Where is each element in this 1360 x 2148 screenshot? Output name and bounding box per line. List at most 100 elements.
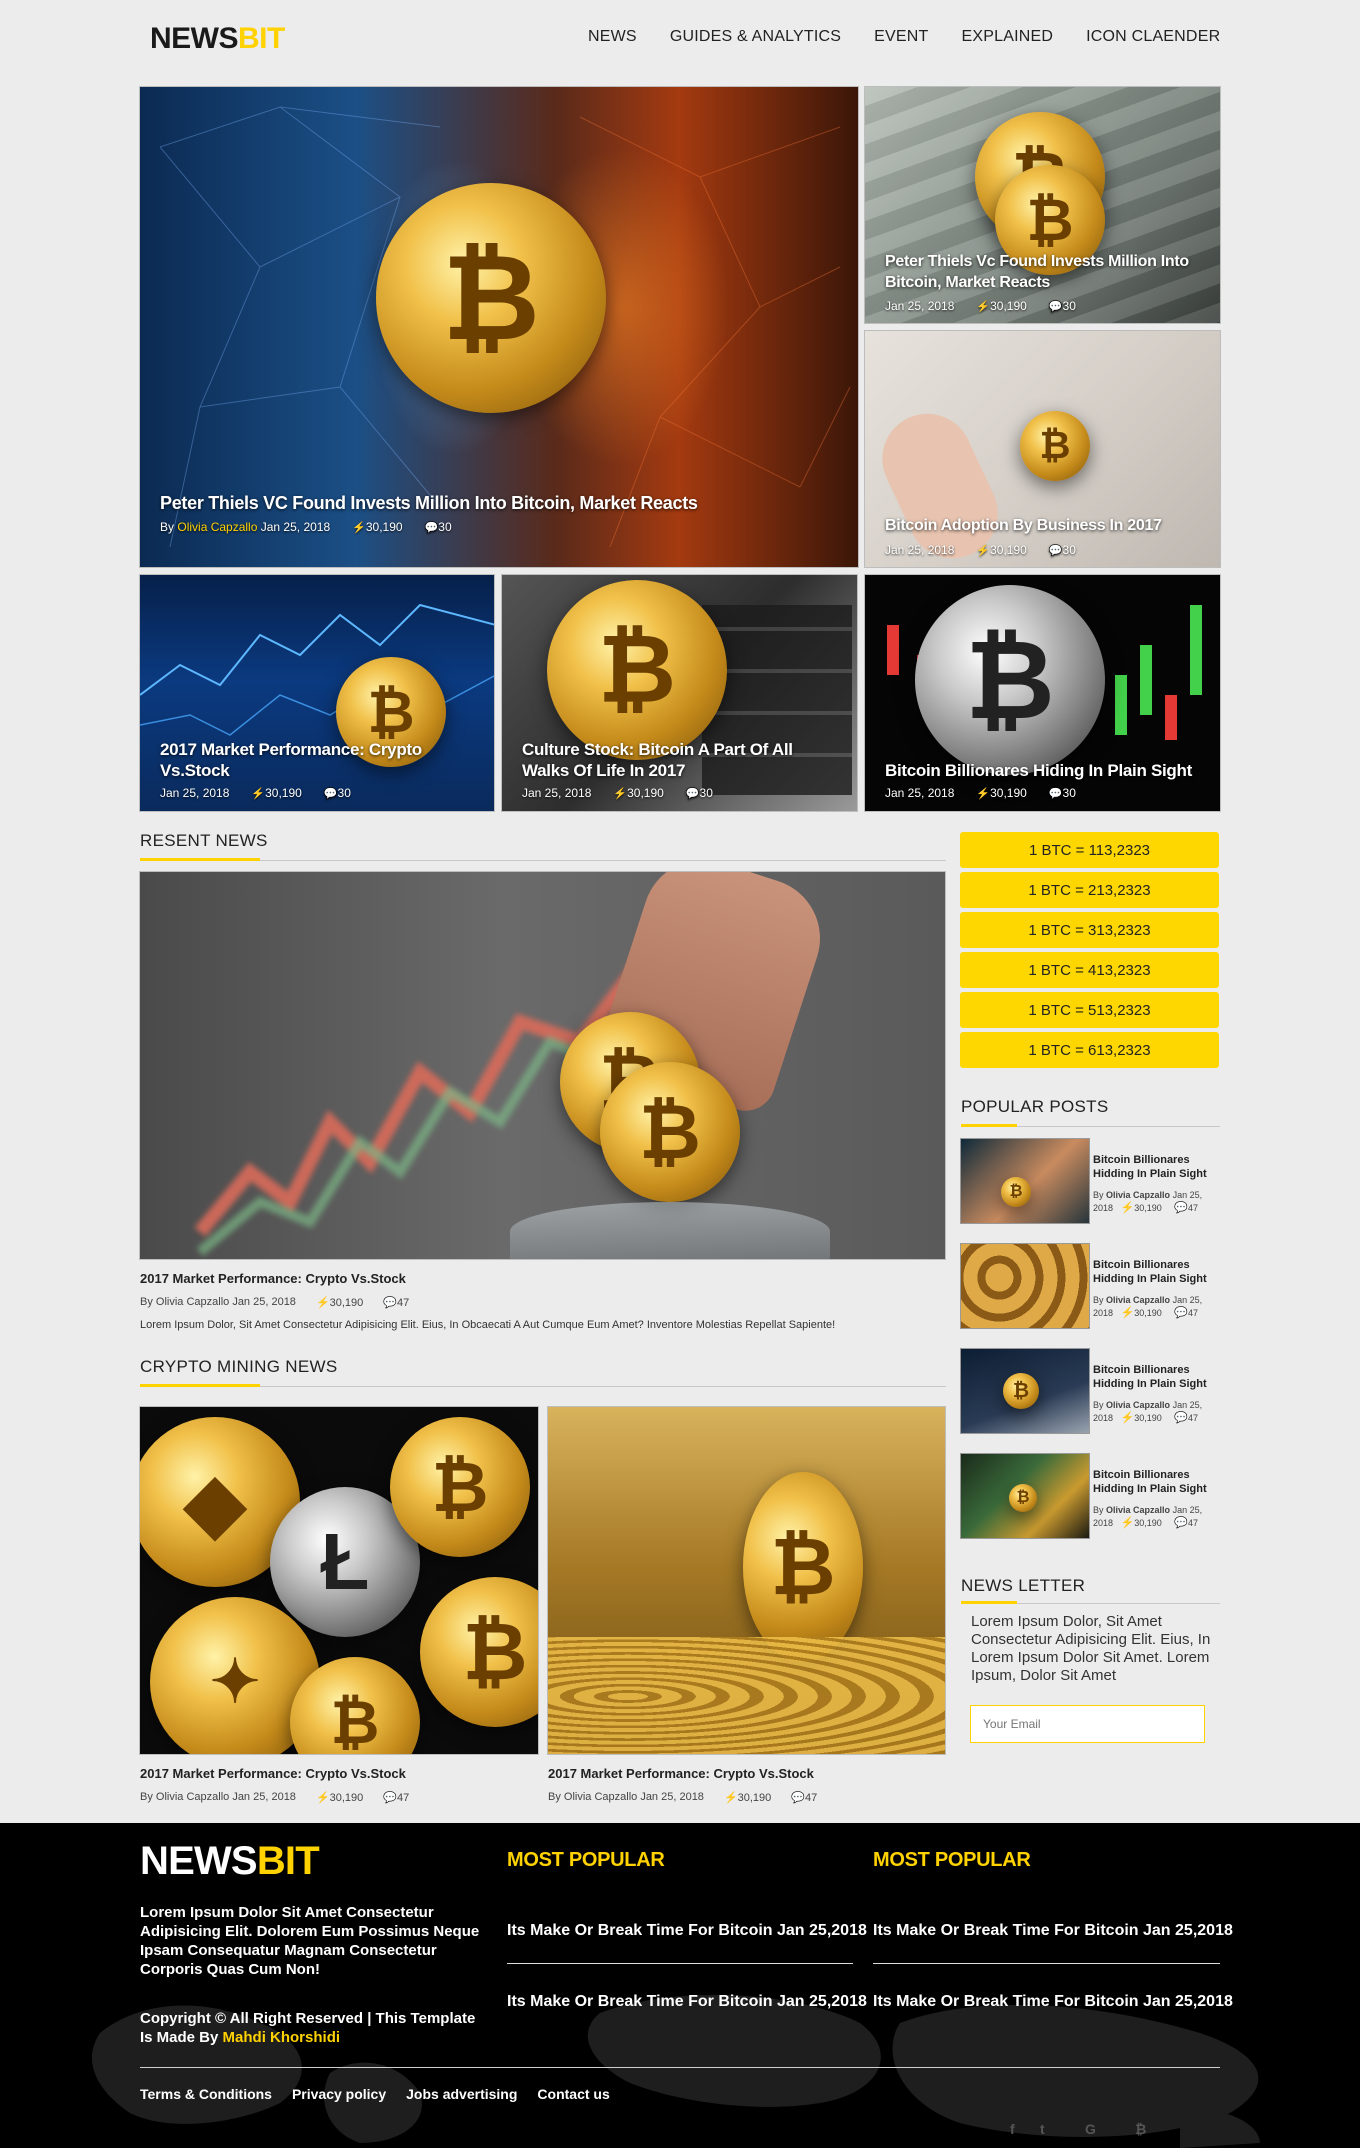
heading-accent — [961, 1601, 1017, 1604]
btc-rate-3[interactable]: 1 BTC = 313,2323 — [960, 912, 1219, 948]
nav-icon-calendar[interactable]: ICON CLAENDER — [1086, 28, 1220, 46]
mining-news-image-2[interactable]: ₿ — [547, 1406, 946, 1755]
hero-row-2-title[interactable]: Culture Stock: Bitcoin A Part Of All Wal… — [522, 739, 822, 781]
hero-row-3-title[interactable]: Bitcoin Billionares Hiding In Plain Sigh… — [885, 761, 1192, 781]
mining-news-2-title[interactable]: 2017 Market Performance: Crypto Vs.Stock — [548, 1766, 814, 1781]
popular-post-3[interactable]: ₿ Bitcoin Billionares Hidding In Plain S… — [960, 1348, 1219, 1436]
footer-col2-link-1[interactable]: Its Make Or Break Time For Bitcoin Jan 2… — [873, 1922, 1233, 1940]
meta-comments: 💬30 — [324, 786, 351, 800]
views-count: 30,190 — [990, 543, 1027, 557]
bitcoin-icon[interactable]: ₿ — [1135, 2121, 1146, 2137]
hero-row-1-title[interactable]: 2017 Market Performance: Crypto Vs.Stock — [160, 739, 460, 781]
hero-main-card[interactable]: ₿ Peter Thiels VC Found Invests Million … — [139, 86, 859, 568]
bitcoin-coin-image: ₿ — [1001, 1177, 1031, 1207]
hero-right-top-meta: Jan 25, 2018 ⚡30,190 💬30 — [885, 299, 1076, 313]
meta-comments: 💬30 — [425, 520, 452, 534]
privacy-link[interactable]: Privacy policy — [292, 2086, 386, 2102]
contact-link[interactable]: Contact us — [537, 2086, 609, 2102]
recent-news-image[interactable]: ₿ ₿ — [139, 871, 946, 1260]
nav-news[interactable]: NEWS — [588, 28, 637, 46]
popular-thumb — [960, 1243, 1090, 1329]
author-link[interactable]: Olivia Capzallo — [177, 520, 257, 534]
mining-news-1-meta: By Olivia Capzallo Jan 25, 2018 ⚡30,190 … — [140, 1791, 409, 1804]
hero-right-bottom-title[interactable]: Bitcoin Adoption By Business In 2017 — [885, 517, 1162, 535]
meta-year: 2018 — [1093, 1413, 1114, 1423]
hero-row-card-2[interactable]: ₿ Culture Stock: Bitcoin A Part Of All W… — [501, 574, 858, 812]
terms-link[interactable]: Terms & Conditions — [140, 2086, 272, 2102]
site-logo[interactable]: NEWSBIT — [150, 22, 285, 56]
footer-logo[interactable]: NEWSBIT — [140, 1839, 320, 1884]
bitcoin-coin-image: ₿ — [1020, 411, 1090, 481]
recent-news-title[interactable]: 2017 Market Performance: Crypto Vs.Stock — [140, 1271, 406, 1286]
comments-count: 47 — [397, 1792, 410, 1804]
jobs-link[interactable]: Jobs advertising — [406, 2086, 517, 2102]
btc-rate-4[interactable]: 1 BTC = 413,2323 — [960, 952, 1219, 988]
twitter-icon[interactable]: t — [1040, 2121, 1045, 2137]
meta-views: ⚡30,190 — [724, 1791, 771, 1804]
main-nav: NEWS GUIDES & ANALYTICS EVENT EXPLAINED … — [588, 28, 1220, 46]
heading-accent — [140, 858, 260, 861]
btc-rate-5[interactable]: 1 BTC = 513,2323 — [960, 992, 1219, 1028]
bolt-icon: ⚡ — [315, 1297, 330, 1309]
meta-date: Jan 25, 2018 — [160, 786, 230, 800]
hero-row-card-1[interactable]: ₿ 2017 Market Performance: Crypto Vs.Sto… — [139, 574, 495, 812]
author-link[interactable]: Mahdi Khorshidi — [223, 2029, 341, 2046]
views-count: 30,190 — [737, 1792, 772, 1804]
facebook-icon[interactable]: f — [1010, 2121, 1015, 2137]
meta-views: ⚡30,190 — [976, 299, 1026, 313]
popular-post-title[interactable]: Bitcoin Billionares Hidding In Plain Sig… — [1093, 1363, 1219, 1391]
comments-count: 30 — [1062, 786, 1076, 800]
meta-by: By — [1093, 1190, 1104, 1200]
meta-views: ⚡30,190 — [613, 786, 663, 800]
newsletter-email-input[interactable] — [970, 1705, 1205, 1743]
hero-right-top-card[interactable]: ₿ ₿ Peter Thiels Vc Found Invests Millio… — [864, 86, 1221, 324]
views-count: 30,190 — [265, 786, 302, 800]
mining-news-1-title[interactable]: 2017 Market Performance: Crypto Vs.Stock — [140, 1766, 406, 1781]
meta-comments: 💬47 — [383, 1791, 409, 1804]
comment-icon: 💬 — [1048, 545, 1063, 557]
footer-col1-link-2[interactable]: Its Make Or Break Time For Bitcoin Jan 2… — [507, 1993, 867, 2011]
comment-icon: 💬 — [1174, 1412, 1188, 1424]
footer-divider — [140, 2067, 1220, 2068]
logo-news: NEWS — [140, 1839, 258, 1883]
meta-author[interactable]: Olivia Capzallo — [1106, 1400, 1170, 1410]
mining-news-heading: CRYPTO MINING NEWS — [140, 1357, 338, 1376]
hero-main-title[interactable]: Peter Thiels VC Found Invests Million In… — [160, 493, 698, 514]
hero-row-card-3[interactable]: ₿ Bitcoin Billionares Hiding In Plain Si… — [864, 574, 1221, 812]
comments-count: 47 — [805, 1792, 818, 1804]
nav-event[interactable]: EVENT — [874, 28, 928, 46]
meta-author[interactable]: Olivia Capzallo — [1106, 1505, 1170, 1515]
meta-views: ⚡30,190 — [251, 786, 301, 800]
popular-thumb: ₿ — [960, 1453, 1090, 1539]
popular-post-title[interactable]: Bitcoin Billionares Hidding In Plain Sig… — [1093, 1468, 1219, 1496]
google-icon[interactable]: G — [1085, 2121, 1096, 2137]
btc-rate-1[interactable]: 1 BTC = 113,2323 — [960, 832, 1219, 868]
nav-guides[interactable]: GUIDES & ANALYTICS — [670, 28, 841, 46]
comment-icon: 💬 — [1048, 301, 1063, 313]
meta-author[interactable]: Olivia Capzallo — [1106, 1295, 1170, 1305]
mining-news-image-1[interactable]: ◆ Ł ₿ ₿ ✦ ₿ — [139, 1406, 539, 1755]
meta-date: Jan 25, 2018 — [260, 520, 331, 534]
hero-right-bottom-card[interactable]: ₿ Bitcoin Adoption By Business In 2017 J… — [864, 330, 1221, 568]
views-count: 30,190 — [627, 786, 664, 800]
popular-post-title[interactable]: Bitcoin Billionares Hidding In Plain Sig… — [1093, 1258, 1219, 1286]
footer-col1-link-1[interactable]: Its Make Or Break Time For Bitcoin Jan 2… — [507, 1922, 867, 1940]
views-count: 30,190 — [1134, 1413, 1162, 1423]
hero-right-top-title[interactable]: Peter Thiels Vc Found Invests Million In… — [885, 251, 1205, 293]
meta-author[interactable]: Olivia Capzallo — [1106, 1190, 1170, 1200]
comments-count: 47 — [1188, 1308, 1199, 1318]
footer-col2-link-2[interactable]: Its Make Or Break Time For Bitcoin Jan 2… — [873, 1993, 1233, 2011]
bolt-icon: ⚡ — [315, 1792, 330, 1804]
popular-post-title[interactable]: Bitcoin Billionares Hidding In Plain Sig… — [1093, 1153, 1219, 1181]
nav-explained[interactable]: EXPLAINED — [962, 28, 1054, 46]
hero-main-meta: By Olivia Capzallo Jan 25, 2018 ⚡30,190 … — [160, 520, 452, 534]
btc-rate-6[interactable]: 1 BTC = 613,2323 — [960, 1032, 1219, 1068]
mining-news-2-meta: By Olivia Capzallo Jan 25, 2018 ⚡30,190 … — [548, 1791, 817, 1804]
meta-by: By — [1093, 1505, 1104, 1515]
btc-rate-2[interactable]: 1 BTC = 213,2323 — [960, 872, 1219, 908]
popular-post-2[interactable]: Bitcoin Billionares Hidding In Plain Sig… — [960, 1243, 1219, 1331]
meta-comments: 💬30 — [1049, 786, 1076, 800]
popular-post-1[interactable]: ₿ Bitcoin Billionares Hidding In Plain S… — [960, 1138, 1219, 1226]
popular-post-4[interactable]: ₿ Bitcoin Billionares Hidding In Plain S… — [960, 1453, 1219, 1541]
meta-by: By — [1093, 1400, 1104, 1410]
